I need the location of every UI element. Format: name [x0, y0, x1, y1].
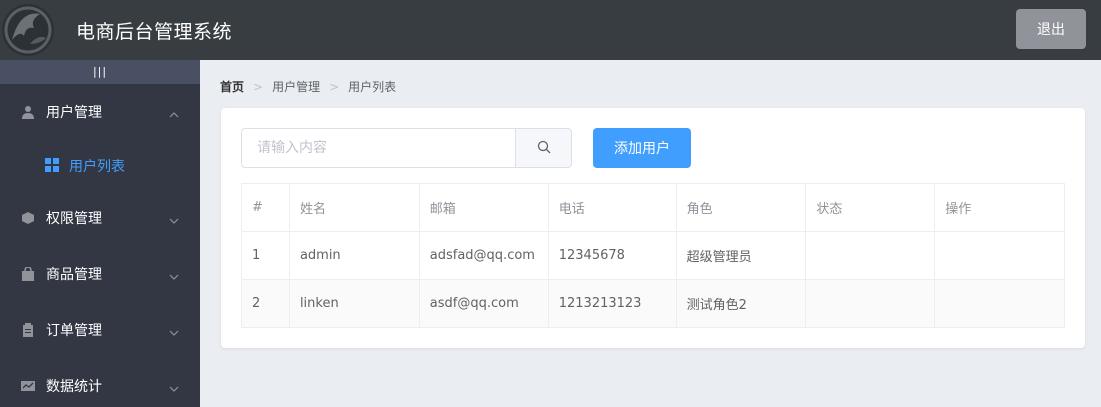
table-header-row: # 姓名 邮箱 电话 角色 状态 操作: [241, 183, 1065, 232]
user-list-card: 添加用户 # 姓名 邮箱 电话 角色 状态 操作 1 admin adsfad@…: [221, 108, 1085, 348]
chevron-down-icon: [168, 324, 180, 336]
cell-email: asdf@qq.com: [418, 279, 549, 328]
column-header-name: 姓名: [288, 183, 420, 232]
top-header: 电商后台管理系统 退出: [0, 0, 1101, 60]
sidebar-item-label: 数据统计: [46, 379, 102, 395]
column-header-role: 角色: [675, 183, 807, 232]
bag-icon: [21, 267, 35, 281]
sidebar-item-data-statistics[interactable]: 数据统计: [0, 358, 200, 407]
breadcrumb-item: 用户管理: [272, 80, 321, 94]
breadcrumb-item-current: 用户列表: [348, 80, 397, 94]
logout-button[interactable]: 退出: [1016, 9, 1086, 49]
cell-phone: 12345678: [547, 231, 677, 280]
sidebar-item-user-management[interactable]: 用户管理: [0, 84, 200, 140]
cell-actions: [934, 279, 1065, 328]
column-header-phone: 电话: [547, 183, 677, 232]
cell-index: 1: [241, 231, 290, 280]
user-icon: [21, 105, 35, 119]
table-row: 2 linken asdf@qq.com 1213213123 测试角色2: [241, 279, 1065, 328]
sidebar-item-order-management[interactable]: 订单管理: [0, 302, 200, 358]
sidebar-item-permission-management[interactable]: 权限管理: [0, 190, 200, 246]
cell-role: 测试角色2: [675, 279, 807, 328]
sidebar-item-label: 用户管理: [46, 105, 102, 121]
dragon-logo-icon: [0, 0, 62, 60]
column-header-email: 邮箱: [418, 183, 549, 232]
breadcrumb-home-link[interactable]: 首页: [220, 78, 244, 95]
cell-email: adsfad@qq.com: [418, 231, 549, 280]
grid-icon: [45, 158, 59, 172]
cell-index: 2: [241, 279, 290, 328]
breadcrumb: 首页 > 用户管理 > 用户列表: [220, 78, 396, 95]
cell-role: 超级管理员: [675, 231, 807, 280]
column-header-status: 状态: [805, 183, 936, 232]
chevron-down-icon: [168, 268, 180, 280]
cell-status: [805, 231, 936, 280]
sidebar-item-label: 权限管理: [46, 211, 102, 227]
sidebar-subitem-user-list[interactable]: 用户列表: [0, 140, 200, 190]
chevron-up-icon: [168, 106, 180, 118]
sidebar-item-label: 订单管理: [46, 323, 102, 339]
search-icon: [537, 139, 551, 158]
add-user-button[interactable]: 添加用户: [593, 128, 691, 168]
sidebar-toggle-button[interactable]: |||: [0, 60, 200, 84]
cell-phone: 1213213123: [547, 279, 677, 328]
search-input[interactable]: [242, 129, 515, 167]
column-header-actions: 操作: [934, 183, 1065, 232]
clipboard-icon: [21, 323, 35, 337]
app-title: 电商后台管理系统: [76, 21, 233, 43]
search-box: [241, 128, 572, 168]
chevron-down-icon: [168, 380, 180, 392]
cell-name: linken: [288, 279, 420, 328]
cell-name: admin: [288, 231, 420, 280]
chevron-down-icon: [168, 212, 180, 224]
sidebar-item-label: 商品管理: [46, 267, 102, 283]
sidebar-item-goods-management[interactable]: 商品管理: [0, 246, 200, 302]
cell-status: [805, 279, 936, 328]
user-table: # 姓名 邮箱 电话 角色 状态 操作 1 admin adsfad@qq.co…: [241, 183, 1065, 328]
cube-icon: [21, 211, 35, 225]
cell-actions: [934, 231, 1065, 280]
sidebar: ||| 用户管理 用户列表 权限管理 商品管理 订单管理 数据统计: [0, 60, 200, 407]
chart-icon: [21, 379, 35, 393]
sidebar-subitem-label: 用户列表: [69, 159, 125, 175]
column-header-index: #: [241, 183, 290, 232]
chevron-right-icon: >: [253, 79, 264, 94]
search-button[interactable]: [515, 129, 571, 167]
chevron-right-icon: >: [329, 79, 340, 94]
table-row: 1 admin adsfad@qq.com 12345678 超级管理员: [241, 231, 1065, 280]
